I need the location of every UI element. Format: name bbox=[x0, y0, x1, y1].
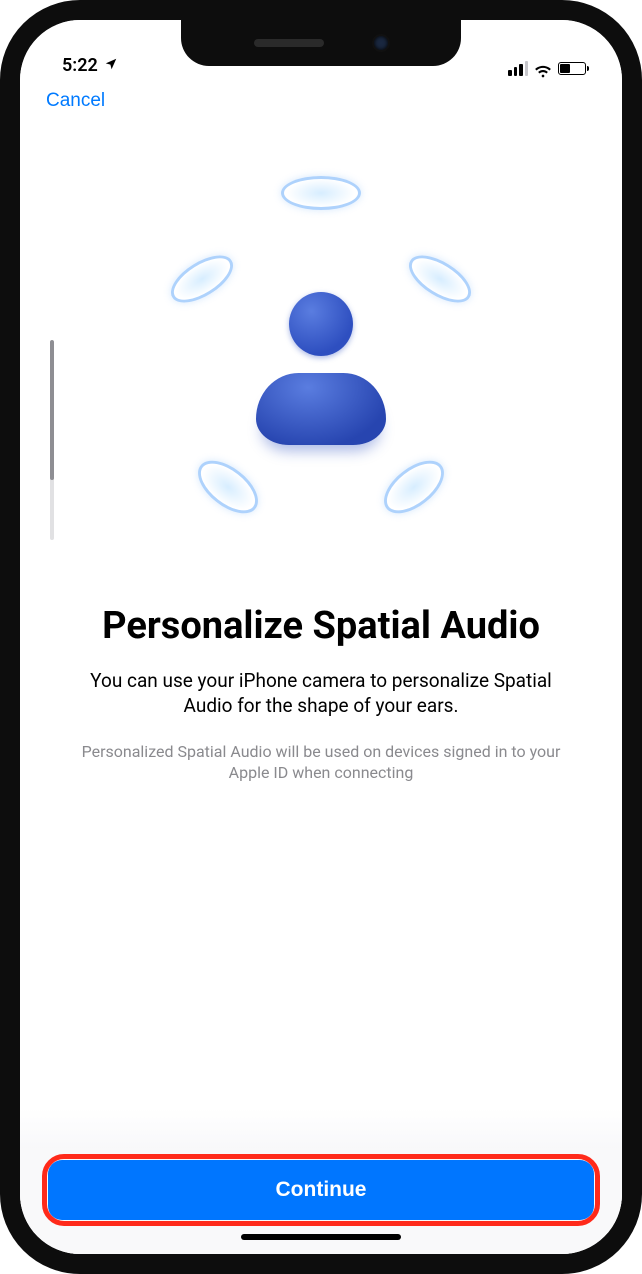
cellular-signal-icon bbox=[508, 61, 528, 76]
scroll-thumb[interactable] bbox=[50, 340, 54, 480]
sound-ring-icon bbox=[281, 176, 361, 210]
sound-ring-icon bbox=[163, 246, 240, 312]
device-frame: 5:22 Cancel bbox=[0, 0, 642, 1274]
nav-bar: Cancel bbox=[20, 80, 622, 116]
spatial-audio-illustration bbox=[131, 164, 511, 544]
bottom-bar: Continue bbox=[20, 1148, 622, 1254]
home-indicator[interactable] bbox=[241, 1234, 401, 1240]
person-head-icon bbox=[289, 292, 353, 356]
continue-button[interactable]: Continue bbox=[48, 1160, 594, 1220]
status-right bbox=[508, 61, 586, 76]
wifi-icon bbox=[534, 62, 552, 76]
status-left: 5:22 bbox=[62, 55, 118, 76]
sound-ring-icon bbox=[375, 450, 454, 523]
page-subtitle: You can use your iPhone camera to person… bbox=[64, 668, 578, 719]
fineprint-text: Personalized Spatial Audio will be used … bbox=[64, 741, 578, 784]
text-block: Personalize Spatial Audio You can use yo… bbox=[20, 604, 622, 1148]
battery-icon bbox=[558, 62, 586, 75]
location-services-icon bbox=[104, 55, 118, 76]
screen: 5:22 Cancel bbox=[20, 20, 622, 1254]
scroll-indicator[interactable] bbox=[50, 340, 54, 540]
speaker-grille bbox=[254, 39, 324, 47]
front-camera bbox=[374, 36, 388, 50]
cancel-button[interactable]: Cancel bbox=[46, 90, 105, 112]
sound-ring-icon bbox=[189, 450, 268, 523]
continue-button-wrap: Continue bbox=[48, 1160, 594, 1220]
notch bbox=[181, 20, 461, 66]
status-time: 5:22 bbox=[62, 55, 98, 76]
person-body-icon bbox=[256, 373, 386, 445]
sound-ring-icon bbox=[401, 246, 478, 312]
page-title: Personalize Spatial Audio bbox=[64, 604, 578, 650]
